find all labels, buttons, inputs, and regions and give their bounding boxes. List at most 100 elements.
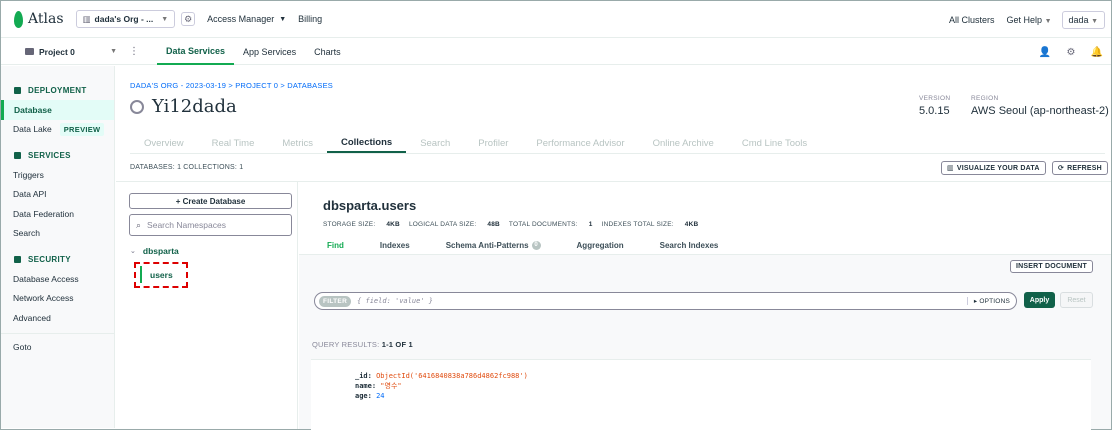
document-field-name: name: "영수" bbox=[355, 381, 528, 391]
caret-down-icon: ▼ bbox=[279, 15, 287, 23]
apply-button[interactable]: Apply bbox=[1024, 292, 1055, 308]
tab-cmd-line-tools[interactable]: Cmd Line Tools bbox=[728, 134, 821, 153]
refresh-button[interactable]: ⟳ REFRESH bbox=[1052, 161, 1108, 175]
org-selector[interactable]: ▥ dada's Org - ... ▼ bbox=[75, 10, 176, 28]
tab-performance-advisor[interactable]: Performance Advisor bbox=[522, 134, 638, 153]
org-settings-gear-icon[interactable]: ⚙ bbox=[181, 12, 196, 26]
tab-indexes[interactable]: Indexes bbox=[372, 238, 418, 252]
sidebar-item-data-api[interactable]: Data API bbox=[1, 185, 114, 205]
database-tree-item[interactable]: ⌄ dbsparta bbox=[130, 246, 179, 256]
tab-profiler[interactable]: Profiler bbox=[464, 134, 522, 153]
user-name: dada bbox=[1068, 14, 1089, 25]
cluster-tabs: Overview Real Time Metrics Collections S… bbox=[130, 134, 1105, 154]
stat-label: TOTAL DOCUMENTS: bbox=[508, 221, 578, 228]
tab-data-services[interactable]: Data Services bbox=[157, 39, 235, 65]
billing-link[interactable]: Billing bbox=[298, 14, 322, 24]
create-database-button[interactable]: + Create Database bbox=[129, 193, 292, 209]
tab-search-indexes[interactable]: Search Indexes bbox=[652, 238, 727, 252]
document-fields: _id: ObjectId('6416840838a786d4862fc988'… bbox=[355, 371, 528, 401]
notifications-bell-icon[interactable]: 🔔 bbox=[1091, 46, 1103, 58]
region-label: REGION bbox=[971, 95, 999, 102]
filter-input[interactable] bbox=[357, 297, 958, 305]
tab-search[interactable]: Search bbox=[406, 134, 464, 153]
refresh-label: REFRESH bbox=[1067, 164, 1102, 172]
project-selector[interactable]: Project 0 ▼ bbox=[25, 47, 117, 57]
sidebar-item-data-federation[interactable]: Data Federation bbox=[1, 204, 114, 224]
reset-button[interactable]: Reset bbox=[1060, 292, 1093, 308]
total-documents-stat: TOTAL DOCUMENTS: 1 bbox=[509, 221, 593, 228]
sidebar-item-label: Database bbox=[14, 104, 52, 115]
tab-find[interactable]: Find bbox=[319, 238, 352, 252]
stat-label: INDEXES TOTAL SIZE: bbox=[601, 221, 674, 228]
sidebar-item-advanced[interactable]: Advanced bbox=[1, 308, 114, 328]
search-icon: ⌕ bbox=[136, 219, 142, 230]
project-options-icon[interactable]: ⋮ bbox=[129, 46, 139, 57]
page-title: Yi12dada bbox=[130, 96, 237, 117]
mongodb-leaf-icon bbox=[14, 10, 23, 28]
caret-down-icon: ▼ bbox=[1044, 17, 1052, 25]
tab-real-time[interactable]: Real Time bbox=[198, 134, 269, 153]
sidebar: DEPLOYMENT Database Data Lake PREVIEW SE… bbox=[1, 66, 115, 428]
tab-app-services[interactable]: App Services bbox=[234, 39, 305, 65]
tab-charts[interactable]: Charts bbox=[305, 39, 350, 65]
project-name: Project 0 bbox=[39, 46, 75, 57]
tab-schema-anti-patterns[interactable]: Schema Anti-Patterns 0 bbox=[438, 238, 549, 252]
options-button[interactable]: ▸ OPTIONS bbox=[966, 297, 1010, 305]
org-name: dada's Org - ... bbox=[94, 14, 154, 24]
cluster-icon bbox=[130, 99, 144, 114]
insert-document-button[interactable]: INSERT DOCUMENT bbox=[1009, 260, 1093, 273]
chart-icon: ▥ bbox=[947, 165, 954, 172]
top-bar: Atlas ▥ dada's Org - ... ▼ ⚙ Access Mana… bbox=[1, 1, 1111, 38]
sidebar-item-network-access[interactable]: Network Access bbox=[1, 289, 114, 309]
query-results-value: 1-1 OF 1 bbox=[381, 340, 413, 349]
sidebar-item-database[interactable]: Database bbox=[1, 100, 114, 120]
invite-user-icon[interactable]: 👤 bbox=[1039, 46, 1051, 58]
search-namespaces-input[interactable] bbox=[147, 220, 278, 230]
filter-bar[interactable]: FILTER ▸ OPTIONS bbox=[314, 292, 1017, 310]
sidebar-item-search[interactable]: Search bbox=[1, 224, 114, 244]
user-menu[interactable]: dada ▼ bbox=[1061, 10, 1105, 29]
tab-online-archive[interactable]: Online Archive bbox=[639, 134, 728, 153]
database-collection-counts: DATABASES: 1 COLLECTIONS: 1 bbox=[130, 164, 244, 171]
all-clusters-link[interactable]: All Clusters bbox=[949, 15, 995, 25]
get-help-menu[interactable]: Get Help ▼ bbox=[1007, 15, 1052, 25]
sidebar-item-goto[interactable]: Goto bbox=[1, 338, 114, 358]
sidebar-item-data-lake[interactable]: Data Lake PREVIEW bbox=[1, 120, 114, 140]
breadcrumb[interactable]: DADA'S ORG - 2023-03-19 > PROJECT 0 > DA… bbox=[130, 81, 333, 90]
query-results-count: QUERY RESULTS: 1-1 OF 1 bbox=[312, 340, 413, 349]
sidebar-heading-services: SERVICES bbox=[1, 145, 114, 165]
collection-pane: dbsparta.users STORAGE SIZE: 4KB LOGICAL… bbox=[299, 182, 1111, 430]
sidebar-heading-security: SECURITY bbox=[1, 249, 114, 269]
tab-collections[interactable]: Collections bbox=[326, 134, 407, 153]
atlas-logo[interactable]: Atlas bbox=[14, 10, 64, 28]
sidebar-item-label: Data Lake bbox=[13, 124, 52, 135]
lock-icon bbox=[14, 255, 21, 263]
stat-label: STORAGE SIZE: bbox=[323, 221, 376, 228]
collection-title: dbsparta.users bbox=[323, 198, 417, 213]
sidebar-item-database-access[interactable]: Database Access bbox=[1, 269, 114, 289]
filter-tag: FILTER bbox=[319, 295, 352, 307]
field-value: 24 bbox=[376, 392, 385, 400]
folder-icon bbox=[25, 48, 34, 55]
field-value: ObjectId('6416840838a786d4862fc988') bbox=[376, 372, 528, 380]
activity-feed-icon[interactable]: ⚙ bbox=[1065, 46, 1077, 58]
tab-aggregation[interactable]: Aggregation bbox=[569, 238, 632, 252]
sidebar-item-triggers[interactable]: Triggers bbox=[1, 165, 114, 185]
tab-overview[interactable]: Overview bbox=[130, 134, 198, 153]
project-bar: Project 0 ▼ ⋮ Data Services App Services… bbox=[1, 39, 1111, 65]
visualize-data-button[interactable]: ▥ VISUALIZE YOUR DATA bbox=[941, 161, 1046, 175]
version-value: 5.0.15 bbox=[919, 105, 950, 117]
namespace-search[interactable]: ⌕ bbox=[129, 214, 292, 236]
access-manager-menu[interactable]: Access Manager ▼ bbox=[207, 14, 286, 24]
field-value: "영수" bbox=[380, 382, 402, 390]
document-card[interactable]: _id: ObjectId('6416840838a786d4862fc988'… bbox=[311, 359, 1091, 430]
stat-value: 1 bbox=[588, 221, 593, 228]
building-icon: ▥ bbox=[82, 13, 91, 24]
database-icon bbox=[14, 86, 21, 94]
collection-tree-item[interactable]: users bbox=[140, 266, 173, 283]
logo-text: Atlas bbox=[28, 11, 64, 27]
tab-metrics[interactable]: Metrics bbox=[268, 134, 327, 153]
query-area: INSERT DOCUMENT FILTER ▸ OPTIONS Apply R… bbox=[299, 254, 1111, 430]
region-info: REGION AWS Seoul (ap-northeast-2) bbox=[971, 95, 1109, 117]
product-tabs: Data Services App Services Charts bbox=[157, 39, 350, 65]
